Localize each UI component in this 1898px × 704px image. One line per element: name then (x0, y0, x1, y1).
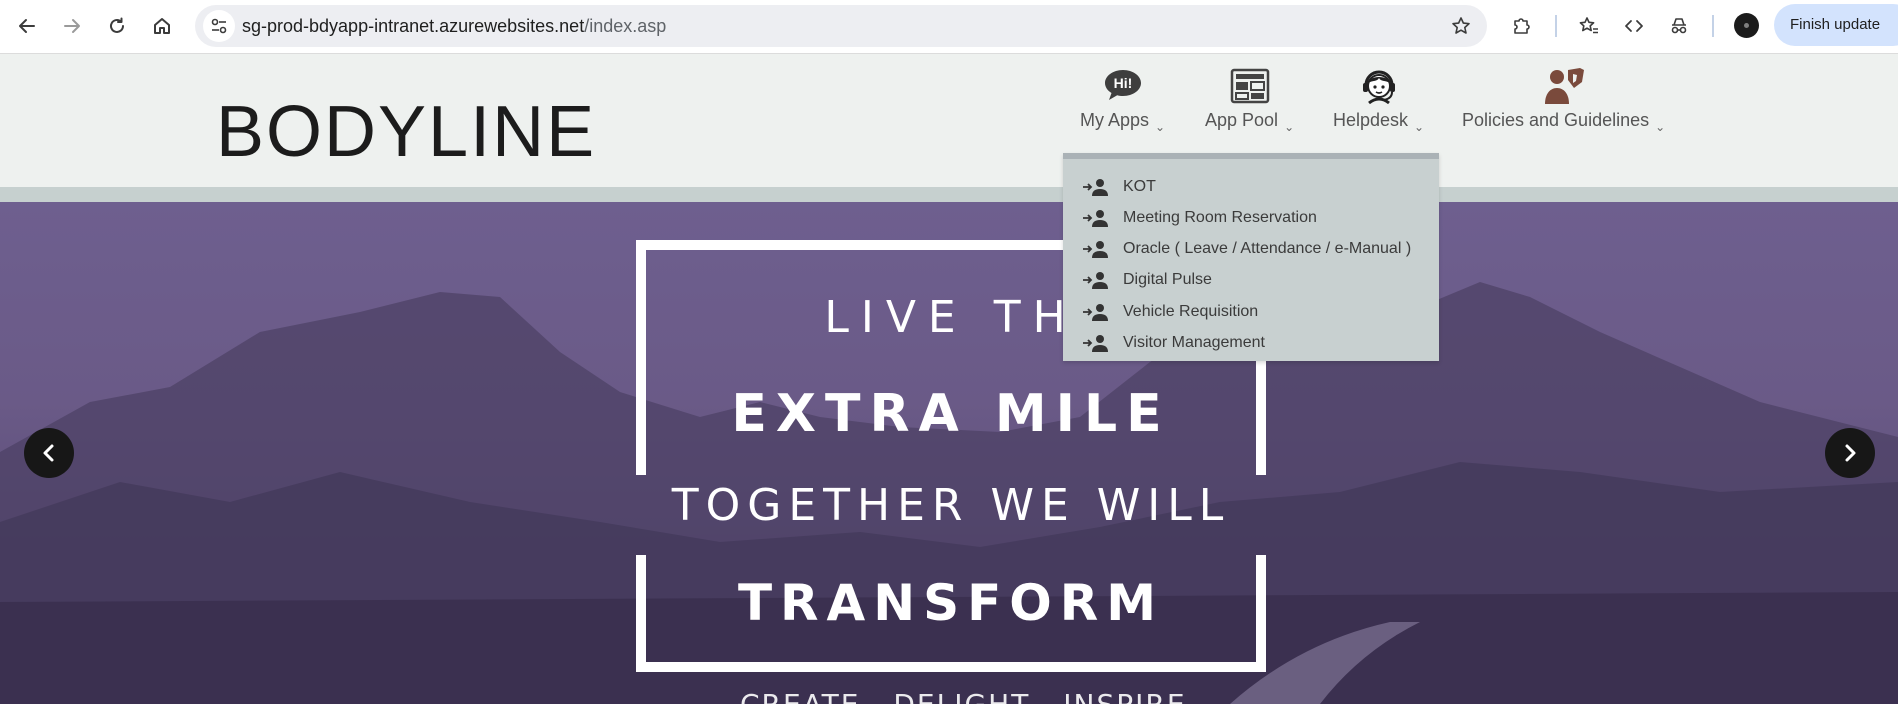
url-domain: sg-prod-bdyapp-intranet.azurewebsites.ne… (242, 16, 585, 36)
chevron-down-icon: ⌄ (1155, 120, 1166, 134)
chevron-down-icon: ⌄ (1284, 120, 1295, 134)
extensions-button[interactable] (1507, 11, 1537, 41)
bodyline-logo[interactable]: BODYLINE (216, 92, 596, 172)
reload-button[interactable] (101, 10, 133, 42)
address-bar[interactable]: sg-prod-bdyapp-intranet.azurewebsites.ne… (195, 5, 1487, 47)
hero-carousel: LIVE TH EXTRA MILE TOGETHER WE WILL TRAN… (0, 202, 1898, 704)
nav-app-pool[interactable]: App Pool ⌄ (1205, 64, 1295, 134)
dropdown-label: Digital Pulse (1123, 271, 1212, 288)
headset-agent-icon (1357, 64, 1401, 108)
star-list-icon (1579, 17, 1598, 34)
dropdown-item-vehicle-requisition[interactable]: Vehicle Requisition (1081, 298, 1258, 326)
incognito-icon (1671, 18, 1687, 34)
hi-speech-bubble-icon: Hi! (1101, 64, 1145, 108)
chevron-down-icon: ⌄ (1414, 120, 1425, 134)
hero-tagline: CREATE DELIGHT INSPIRE (740, 688, 1200, 704)
nav-label-helpdesk: Helpdesk (1333, 110, 1409, 130)
browser-toolbar: sg-prod-bdyapp-intranet.azurewebsites.ne… (0, 0, 1898, 54)
bookmark-star-button[interactable] (1449, 14, 1473, 38)
dropdown-label: Visitor Management (1123, 334, 1265, 351)
slide-line-4: TRANSFORM (737, 574, 1165, 632)
nav-label-app-pool: App Pool (1205, 110, 1279, 130)
toolbar-divider (1555, 15, 1557, 37)
carousel-prev-button[interactable] (24, 428, 74, 478)
reload-icon (110, 17, 124, 33)
dropdown-item-oracle[interactable]: Oracle ( Leave / Attendance / e-Manual ) (1081, 235, 1411, 263)
nav-policies-guidelines[interactable]: Policies and Guidelines ⌄ (1462, 64, 1666, 134)
dropdown-label: KOT (1123, 178, 1156, 195)
chevron-left-icon (43, 444, 54, 462)
svg-text:Hi!: Hi! (1113, 75, 1132, 91)
profile-avatar[interactable] (1734, 13, 1759, 38)
site-info-button[interactable] (203, 10, 235, 42)
nav-label-my-apps: My Apps (1080, 110, 1150, 130)
home-icon (154, 18, 170, 34)
bookmarks-button[interactable] (1574, 11, 1604, 41)
chevron-right-icon (1845, 444, 1856, 462)
login-user-icon (1081, 270, 1109, 290)
site-header: BODYLINE Hi! My Apps ⌄ App Pool ⌄ Helpde… (0, 54, 1898, 187)
login-user-icon (1081, 177, 1109, 197)
dropdown-item-kot[interactable]: KOT (1081, 173, 1156, 201)
people-shield-icon (1542, 64, 1586, 108)
home-button[interactable] (146, 10, 178, 42)
star-icon (1452, 17, 1470, 34)
url-path: /index.asp (584, 16, 667, 36)
forward-button[interactable] (56, 10, 88, 42)
tune-icon (211, 18, 227, 34)
login-user-icon (1081, 302, 1109, 322)
dropdown-label: Oracle ( Leave / Attendance / e-Manual ) (1123, 240, 1412, 257)
back-arrow-icon (19, 19, 35, 33)
app-grid-icon (1228, 64, 1272, 108)
nav-helpdesk[interactable]: Helpdesk ⌄ (1333, 64, 1425, 134)
code-icon (1625, 20, 1643, 32)
chevron-down-icon: ⌄ (1655, 120, 1666, 134)
header-divider (0, 187, 1898, 202)
forward-arrow-icon (64, 19, 80, 33)
my-apps-dropdown: KOT Meeting Room Reservation Oracle ( Le… (1063, 153, 1439, 361)
url-text[interactable]: sg-prod-bdyapp-intranet.azurewebsites.ne… (242, 5, 666, 47)
back-button[interactable] (11, 10, 43, 42)
devtools-button[interactable] (1619, 11, 1649, 41)
nav-label-policies: Policies and Guidelines (1462, 110, 1650, 130)
login-user-icon (1081, 333, 1109, 353)
login-user-icon (1081, 239, 1109, 259)
dropdown-item-digital-pulse[interactable]: Digital Pulse (1081, 266, 1212, 294)
dropdown-label: Vehicle Requisition (1123, 303, 1259, 320)
puzzle-icon (1514, 18, 1530, 34)
dropdown-item-visitor-management[interactable]: Visitor Management (1081, 329, 1265, 357)
carousel-next-button[interactable] (1825, 428, 1875, 478)
slide-line-3: TOGETHER WE WILL (671, 480, 1231, 531)
finish-update-button[interactable]: Finish update (1774, 4, 1898, 46)
dropdown-label: Meeting Room Reservation (1123, 209, 1317, 226)
login-user-icon (1081, 208, 1109, 228)
slide-line-2: EXTRA MILE (731, 384, 1171, 444)
dropdown-item-meeting-room[interactable]: Meeting Room Reservation (1081, 204, 1317, 232)
incognito-button[interactable] (1664, 11, 1694, 41)
nav-my-apps[interactable]: Hi! My Apps ⌄ (1080, 64, 1166, 134)
toolbar-divider (1712, 15, 1714, 37)
